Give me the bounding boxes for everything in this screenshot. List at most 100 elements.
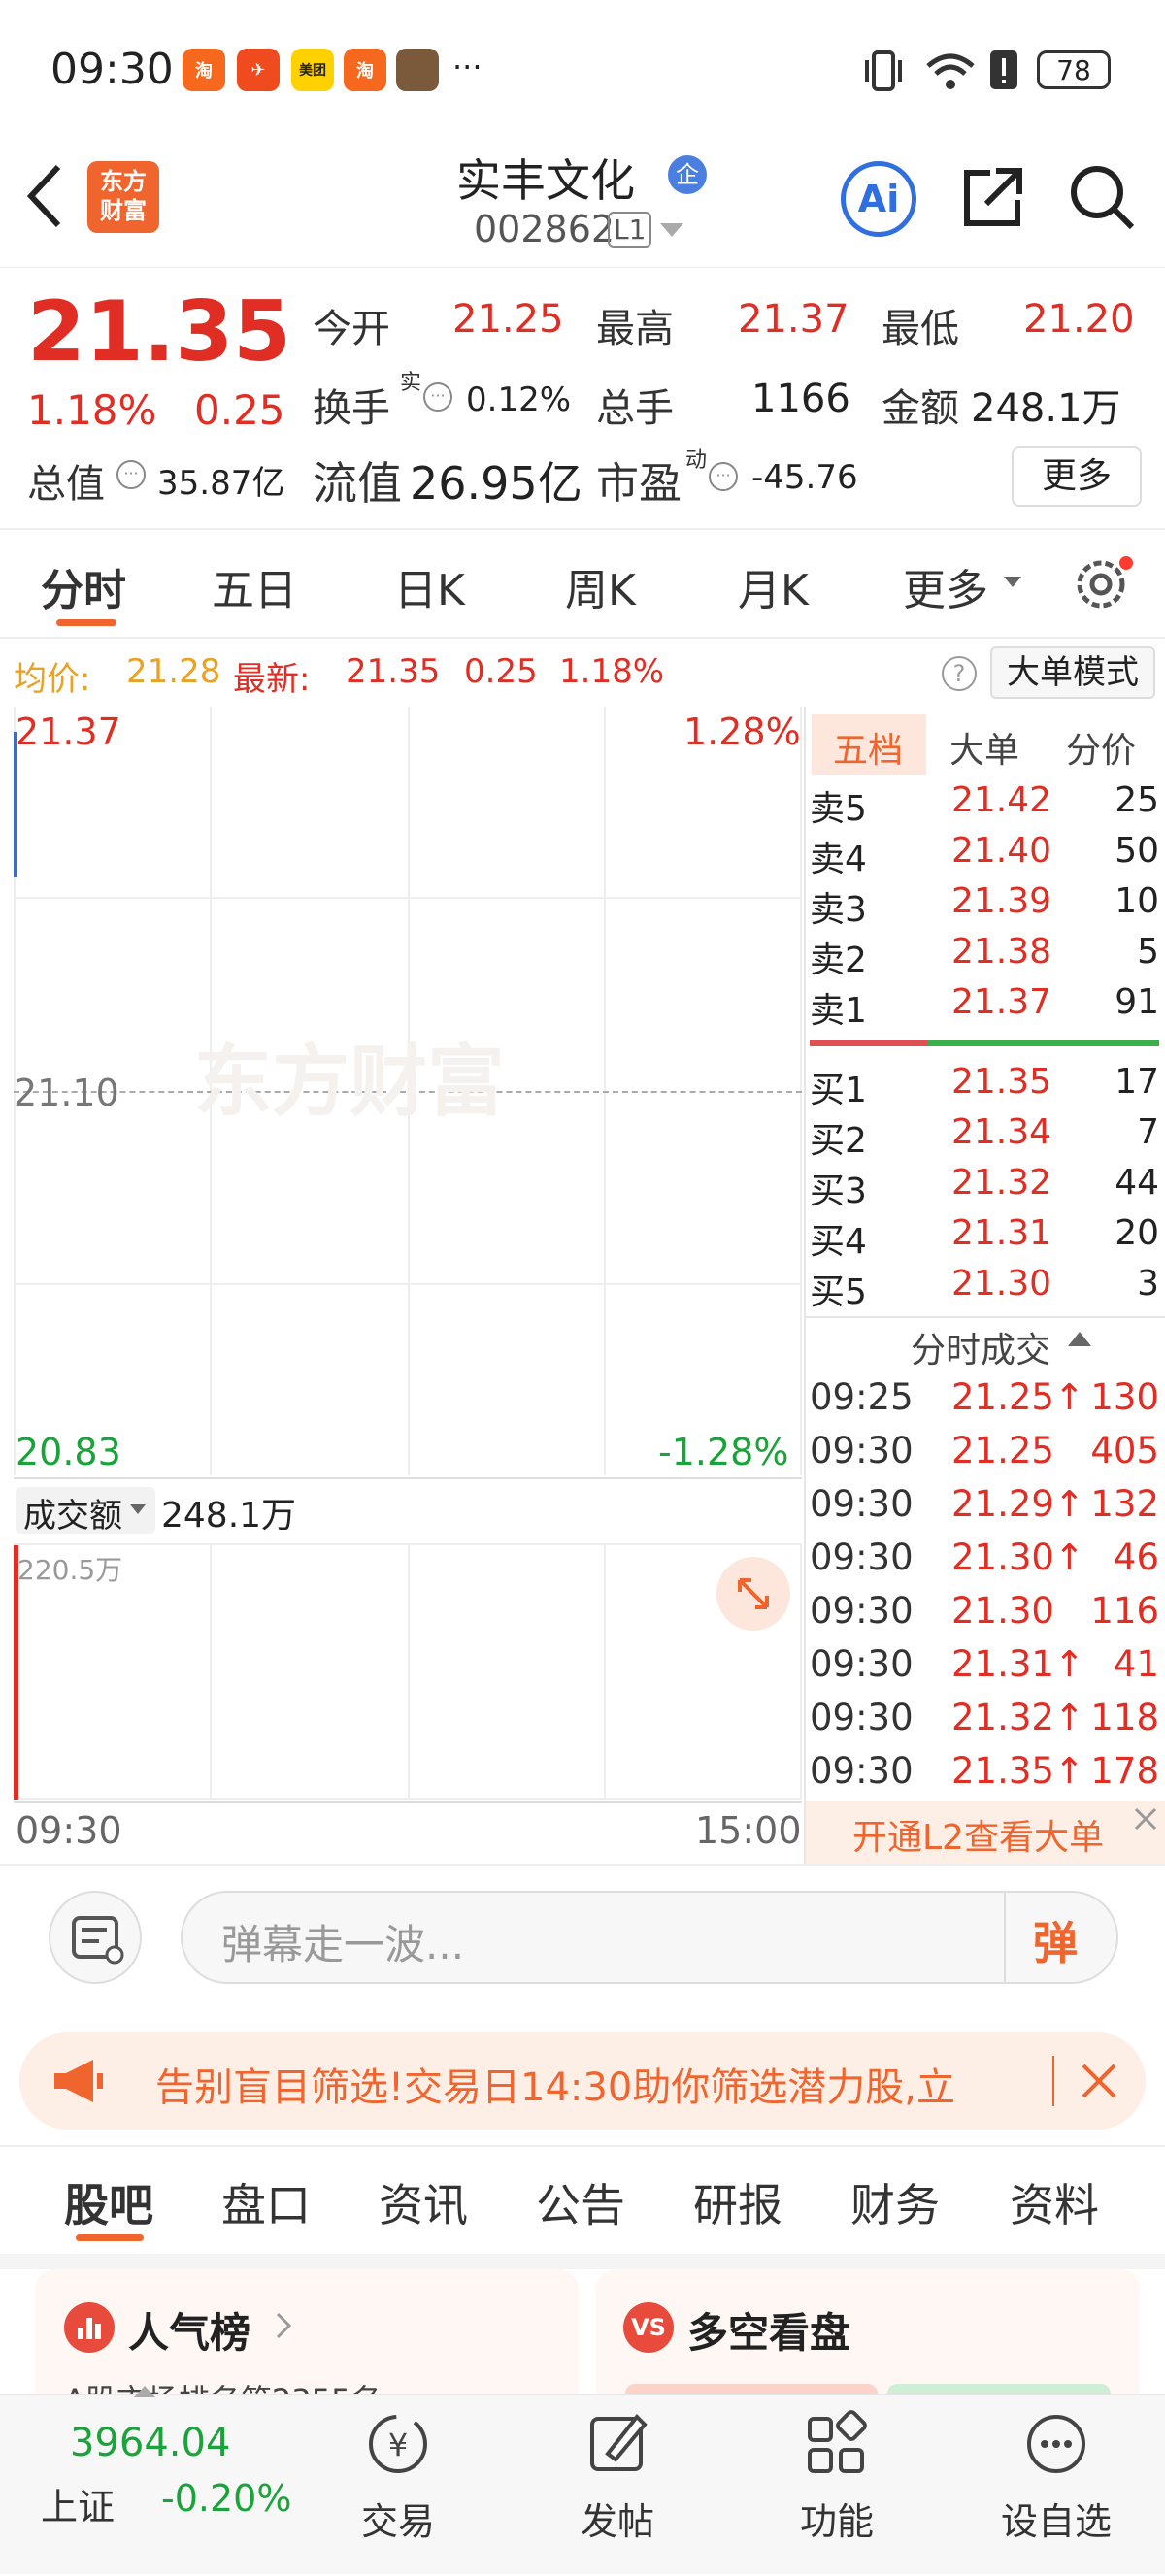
caret-down-icon xyxy=(130,1504,146,1514)
tab-five-day[interactable]: 五日 xyxy=(212,555,297,617)
share-icon[interactable] xyxy=(957,163,1025,231)
tab-profile[interactable]: 资料 xyxy=(1010,2170,1099,2234)
popularity-subtitle: A股市场排名第2355名 xyxy=(64,2376,382,2395)
popularity-title: 人气榜 xyxy=(128,2309,251,2357)
back-icon[interactable] xyxy=(25,163,64,229)
ask-row-3: 卖3 21.39 10 xyxy=(810,881,1159,930)
caret-up-icon[interactable] xyxy=(1068,1332,1091,1347)
stock-header: 东方 财富 实丰文化 企 002862 L1 Ai xyxy=(0,146,1165,268)
chevron-down-icon[interactable] xyxy=(660,223,683,239)
trade-row: 09:30 21.32↑ 118 xyxy=(810,1697,1159,1738)
time-end: 15:00 xyxy=(695,1809,802,1852)
trade-row: 09:30 21.31↑ 41 xyxy=(810,1643,1159,1685)
taobao-icon: 淘 xyxy=(183,49,225,91)
tab-guba[interactable]: 股吧 xyxy=(64,2170,153,2234)
change-percent: 1.18% xyxy=(27,386,157,434)
popularity-card[interactable]: 人气榜 A股市场排名第2355名 xyxy=(35,2269,579,2395)
bid-row-5: 买5 21.30 3 xyxy=(810,1264,1159,1312)
sell-power-bar xyxy=(810,1040,928,1046)
sim-alert-icon xyxy=(990,50,1017,89)
taobao-icon-2: 淘 xyxy=(344,49,386,91)
trade-row: 09:30 21.30 116 xyxy=(810,1590,1159,1632)
trades-title[interactable]: 分时成交 xyxy=(911,1322,1050,1372)
ai-assistant-button[interactable]: Ai xyxy=(841,161,916,237)
high-label: 最高 xyxy=(596,307,674,351)
svg-text:¥: ¥ xyxy=(388,2427,408,2463)
chart-mid-price: 21.10 xyxy=(14,1072,119,1114)
tab-monthly-k[interactable]: 月K xyxy=(738,555,809,617)
send-danmaku-button[interactable]: 弹 xyxy=(1033,1908,1078,1972)
promo-banner[interactable]: 告别盲目筛选!交易日14:30助你筛选潜力股,立 xyxy=(19,2032,1146,2130)
tab-finance[interactable]: 财务 xyxy=(850,2170,940,2234)
more-button[interactable]: 更多 xyxy=(1012,446,1142,507)
tab-price-dist[interactable]: 分价 xyxy=(1066,722,1136,773)
nav-trade[interactable]: ¥ 交易 xyxy=(320,2405,476,2545)
tab-intraday[interactable]: 分时 xyxy=(41,555,126,617)
bid-row-4: 买4 21.31 20 xyxy=(810,1213,1159,1262)
change-amount: 0.25 xyxy=(194,386,285,434)
volume-max: 220.5万 xyxy=(17,1554,123,1586)
index-ticker[interactable]: 3964.04 上证 -0.20% xyxy=(0,2386,320,2576)
latest-label: 最新: xyxy=(233,660,311,699)
tab-five-level[interactable]: 五档 xyxy=(833,722,903,773)
price-line xyxy=(14,732,17,877)
chevron-right-icon xyxy=(276,2312,292,2339)
close-icon[interactable] xyxy=(1132,1805,1159,1833)
big-order-mode-button[interactable]: 大单模式 xyxy=(990,646,1155,699)
tab-more[interactable]: 更多 xyxy=(903,555,988,617)
popularity-icon xyxy=(64,2302,115,2353)
index-value: 3964.04 xyxy=(70,2421,231,2465)
float-value-label: 流值 xyxy=(313,457,402,510)
amount-value: 248.1万 xyxy=(971,386,1121,431)
tab-weekly-k[interactable]: 周K xyxy=(565,555,636,617)
info-icon[interactable]: ··· xyxy=(423,382,452,412)
level-badge[interactable]: L1 xyxy=(608,212,652,248)
nav-functions[interactable]: 功能 xyxy=(759,2405,915,2545)
search-icon[interactable] xyxy=(1068,163,1136,231)
bull-bear-card[interactable]: VS 多空看盘 xyxy=(596,2269,1140,2395)
avg-label: 均价: xyxy=(14,660,91,699)
danmaku-input[interactable]: 弹幕走一波... 弹 xyxy=(181,1891,1118,1984)
bid-row-3: 买3 21.32 44 xyxy=(810,1163,1159,1211)
latest-change-pct: 1.18% xyxy=(559,652,665,691)
info-icon[interactable]: ··· xyxy=(116,460,146,489)
close-icon[interactable] xyxy=(1080,2062,1118,2100)
total-value-label: 总值 xyxy=(27,462,105,507)
nav-post[interactable]: 发帖 xyxy=(540,2405,695,2545)
help-icon[interactable]: ? xyxy=(942,656,977,691)
stock-code: 002862 xyxy=(474,208,616,250)
tab-research[interactable]: 研报 xyxy=(693,2170,782,2234)
info-icon[interactable]: ··· xyxy=(709,462,738,491)
banner-text: 告别盲目筛选!交易日14:30助你筛选潜力股,立 xyxy=(155,2065,956,2110)
tab-daily-k[interactable]: 日K xyxy=(394,555,465,617)
trade-row: 09:30 21.25 405 xyxy=(810,1430,1159,1471)
meituan-icon: 美团 xyxy=(291,49,334,91)
buy-power-bar xyxy=(928,1040,1159,1046)
settings-icon[interactable] xyxy=(1072,553,1134,615)
volume-value: 248.1万 xyxy=(161,1496,297,1536)
volume-label: 总手 xyxy=(596,386,674,431)
bid-row-2: 买2 21.34 7 xyxy=(810,1112,1159,1161)
tab-big-order[interactable]: 大单 xyxy=(949,722,1019,773)
wifi-icon xyxy=(926,53,975,89)
trade-row: 09:30 21.29↑ 132 xyxy=(810,1483,1159,1525)
apps-icon xyxy=(808,2410,867,2473)
volume-selector[interactable]: 成交额 xyxy=(16,1487,155,1536)
nav-add-watchlist[interactable]: 设自选 xyxy=(979,2405,1134,2545)
time-start: 09:30 xyxy=(16,1809,122,1852)
trade-row: 09:25 21.25↑ 130 xyxy=(810,1376,1159,1418)
tab-announcements[interactable]: 公告 xyxy=(536,2170,625,2234)
avg-price: 21.28 xyxy=(126,652,221,691)
danmaku-settings-button[interactable] xyxy=(49,1891,142,1984)
watermark: 东方财富 xyxy=(194,1037,505,1127)
open-value: 21.25 xyxy=(452,297,564,342)
chart-top-pct: 1.28% xyxy=(683,710,801,753)
open-label: 今开 xyxy=(313,307,390,351)
expand-button[interactable] xyxy=(716,1557,790,1631)
stock-name: 实丰文化 xyxy=(456,154,635,207)
tab-news[interactable]: 资讯 xyxy=(379,2170,468,2234)
game-icon xyxy=(396,49,439,91)
turnover-label: 换手 xyxy=(313,386,390,431)
l2-promo[interactable]: 开通L2查看大单 xyxy=(806,1801,1165,1864)
tab-pankou[interactable]: 盘口 xyxy=(221,2170,311,2234)
